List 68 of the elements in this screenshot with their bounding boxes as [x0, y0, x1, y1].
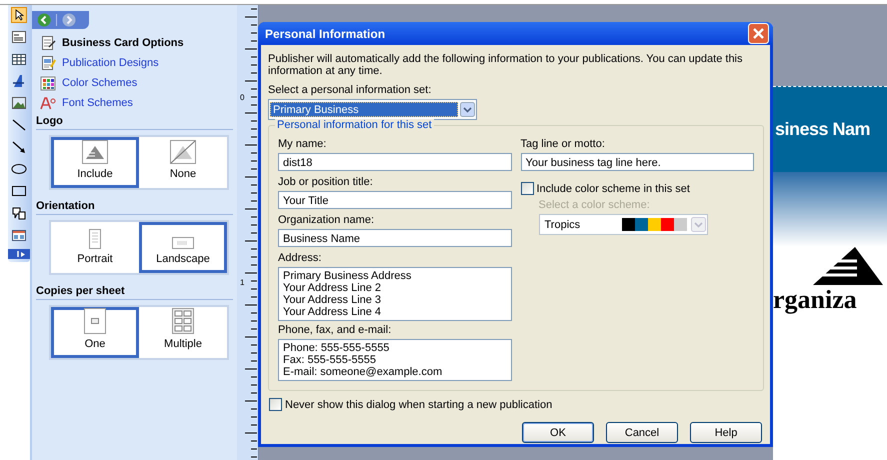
line-icon[interactable] [11, 117, 27, 133]
page-icon [40, 35, 56, 51]
pane-title: Business Card Options [62, 37, 184, 49]
field-label: Select a personal information set: [268, 84, 432, 97]
intro-text: Publisher will automatically add the following information to your publications. You can update this information at any time. [268, 53, 744, 77]
ruler-number: 0 [240, 93, 244, 102]
field-label: Address: [278, 252, 322, 265]
shapes-icon[interactable] [11, 205, 27, 221]
logo-icon [82, 140, 108, 164]
text-box-icon[interactable] [11, 29, 27, 45]
design-gallery-icon[interactable] [11, 227, 27, 243]
section-heading: Orientation [36, 200, 233, 215]
portrait-page-icon [89, 229, 101, 249]
field-label: Organization name: [278, 214, 375, 227]
input-field[interactable]: Your business tag line here. [520, 153, 754, 171]
picture-icon[interactable] [11, 95, 27, 111]
single-card-icon [84, 308, 106, 334]
pointer-icon[interactable] [11, 7, 27, 23]
field-label: My name: [278, 138, 328, 151]
section-heading: Logo [36, 115, 233, 130]
field-label: Select a color scheme: [538, 199, 651, 212]
field-label: Tag line or motto: [520, 138, 606, 151]
word-art-icon[interactable] [11, 73, 27, 89]
business-name: siness Nam [775, 119, 870, 140]
table-icon[interactable] [11, 51, 27, 67]
rectangle-icon[interactable] [11, 183, 27, 199]
card-grid-icon [172, 308, 194, 334]
arrow-icon[interactable] [11, 139, 27, 155]
oval-icon[interactable] [11, 161, 27, 177]
pane-link[interactable]: Color Schemes [62, 77, 138, 89]
input-field[interactable]: Business Name [278, 229, 512, 247]
organization-name: rganiza [773, 285, 858, 315]
checkbox[interactable] [520, 182, 534, 195]
toolbar-options-icon[interactable] [17, 250, 27, 258]
section-heading: Copies per sheet [36, 285, 233, 300]
dialog-button[interactable]: Help [690, 422, 762, 443]
dialog-button[interactable]: OK [522, 422, 594, 443]
input-field[interactable]: dist18 [278, 153, 512, 171]
field-label: Job or position title: [278, 176, 374, 189]
pane-link[interactable]: Publication Designs [62, 57, 159, 69]
text-area[interactable]: Phone: 555-555-5555 Fax: 555-555-5555 E-mail: someone@example.com [278, 339, 512, 381]
window-title: Personal Information [265, 26, 386, 40]
close-icon[interactable] [748, 23, 769, 44]
field-label: Phone, fax, and e-mail: [278, 324, 392, 337]
logo-drawing [813, 247, 883, 285]
input-field[interactable]: Your Title [278, 191, 512, 209]
no-logo-icon [170, 140, 196, 164]
pane-link[interactable]: Font Schemes [62, 97, 133, 109]
option-tile[interactable]: One [51, 307, 139, 358]
option-tile[interactable]: None [139, 137, 227, 188]
color-grid-icon [40, 75, 56, 91]
page-icon [40, 55, 56, 71]
back-icon[interactable] [37, 13, 51, 27]
option-tile[interactable]: Multiple [139, 307, 227, 358]
font-icon [40, 95, 56, 111]
group-title: Personal information for this set [275, 119, 434, 131]
checkbox-label: Never show this dialog when starting a new publication [285, 398, 552, 410]
checkbox-label: Include color scheme in this set [536, 182, 690, 194]
set-dropdown[interactable]: Primary Business [268, 99, 477, 120]
dialog-button[interactable]: Cancel [606, 422, 678, 443]
landscape-page-icon [172, 237, 194, 249]
checkbox[interactable] [269, 398, 282, 411]
option-tile[interactable]: Include [51, 137, 139, 188]
option-tile[interactable]: Portrait [51, 222, 139, 273]
ruler-number: 1 [240, 278, 244, 287]
option-tile[interactable]: Landscape [139, 222, 227, 273]
text-area[interactable]: Primary Business Address Your Address Line 2 Your Address Line 3 Your Address Line 4 [278, 267, 512, 321]
forward-icon[interactable] [62, 13, 76, 27]
